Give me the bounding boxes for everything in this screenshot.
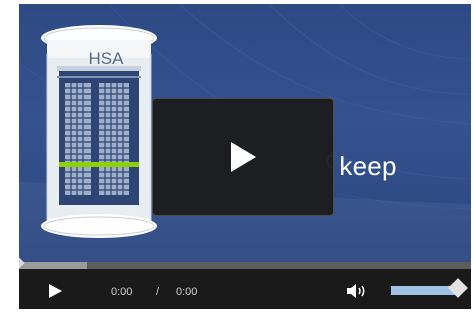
big-play-button[interactable] <box>152 98 334 216</box>
progress-bar[interactable] <box>19 257 471 269</box>
time-separator: / <box>156 286 160 298</box>
play-icon <box>49 284 62 298</box>
slide-caption: o keep <box>325 144 397 182</box>
video-frame[interactable]: HSA o keep <box>19 4 471 262</box>
play-icon <box>231 142 256 172</box>
progress-buffered <box>19 262 87 269</box>
duration: 0:00 <box>176 286 198 298</box>
volume-button[interactable] <box>346 284 374 298</box>
play-button[interactable] <box>47 283 63 299</box>
current-time: 0:00 <box>111 286 133 298</box>
server-label: HSA <box>88 49 124 68</box>
control-bar: 0:00 / 0:00 <box>19 257 471 309</box>
video-player: HSA o keep 0:00 / 0:00 <box>19 4 471 309</box>
volume-icon <box>347 284 365 298</box>
